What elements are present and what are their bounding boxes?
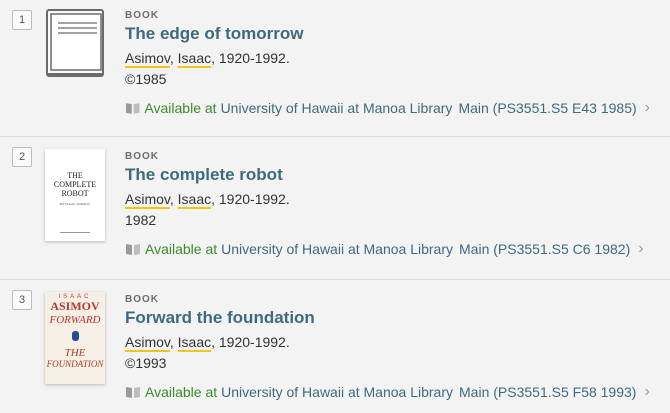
author-last: Asimov	[125, 334, 170, 350]
availability-link[interactable]: Available at University of Hawaii at Man…	[125, 382, 650, 402]
result-date: 1982	[125, 212, 157, 228]
result-title-link[interactable]: The complete robot	[125, 165, 650, 185]
cover-author-last: ASIMOV	[50, 299, 100, 313]
author-first: Isaac	[177, 191, 212, 207]
author-rest: , 1920-1992.	[211, 334, 290, 350]
result-item: 2 THE COMPLETE ROBOT BY ISAAC ASIMOV BOO…	[0, 137, 670, 280]
result-author: Asimov, Isaac, 1920-1992.	[125, 50, 290, 66]
result-type: BOOK	[125, 10, 159, 21]
cover-title-c: FOUNDATION	[46, 359, 104, 369]
result-number: 3	[12, 290, 32, 310]
chevron-right-icon: ›	[644, 383, 650, 400]
author-rest: , 1920-1992.	[211, 50, 290, 66]
result-meta: BOOK The complete robot Asimov, Isaac, 1…	[125, 151, 650, 259]
result-date: ©1993	[125, 355, 167, 371]
result-meta: BOOK Forward the foundation Asimov, Isaa…	[125, 294, 650, 402]
availability-link[interactable]: Available at University of Hawaii at Man…	[125, 98, 650, 118]
call-number: Main (PS3551.S5 C6 1982)	[459, 241, 631, 257]
book-placeholder-icon[interactable]	[45, 8, 105, 78]
availability-status: Available at	[145, 241, 218, 257]
book-cover-image[interactable]: THE COMPLETE ROBOT BY ISAAC ASIMOV	[45, 149, 105, 241]
cover-rule	[60, 232, 90, 233]
result-author: Asimov, Isaac, 1920-1992.	[125, 191, 290, 207]
book-cover-image[interactable]: ISAAC ASIMOV FORWARD THE FOUNDATION	[45, 292, 105, 384]
open-book-icon	[126, 244, 140, 255]
call-number: Main (PS3551.S5 E43 1985)	[458, 100, 637, 116]
result-date: ©1985	[125, 71, 167, 87]
call-number: Main (PS3551.S5 F58 1993)	[459, 384, 637, 400]
result-type: BOOK	[125, 294, 159, 305]
result-item: 3 ISAAC ASIMOV FORWARD THE FOUNDATION BO…	[0, 280, 670, 413]
result-number: 1	[12, 10, 32, 30]
library-name: University of Hawaii at Manoa Library	[221, 241, 454, 257]
availability-status: Available at	[145, 384, 218, 400]
open-book-icon	[126, 387, 140, 398]
chevron-right-icon: ›	[638, 240, 644, 257]
library-name: University of Hawaii at Manoa Library	[221, 384, 454, 400]
author-last: Asimov	[125, 191, 170, 207]
author-rest: , 1920-1992.	[211, 191, 290, 207]
cover-emblem	[45, 328, 105, 346]
availability-link[interactable]: Available at University of Hawaii at Man…	[125, 239, 650, 259]
cover-author-text: BY ISAAC ASIMOV	[59, 202, 91, 206]
open-book-icon	[125, 103, 140, 114]
library-name: University of Hawaii at Manoa Library	[220, 100, 453, 116]
result-meta: BOOK The edge of tomorrow Asimov, Isaac,…	[125, 10, 650, 118]
cover-title-a: FORWARD	[49, 314, 101, 326]
results-list: 1 BOOK The edge of tomorrow Asimov, Isaa…	[0, 0, 670, 413]
result-title-link[interactable]: The edge of tomorrow	[125, 24, 650, 44]
availability-status: Available at	[144, 100, 217, 116]
result-item: 1 BOOK The edge of tomorrow Asimov, Isaa…	[0, 0, 670, 137]
cover-title-text: THE COMPLETE ROBOT	[53, 171, 97, 198]
result-title-link[interactable]: Forward the foundation	[125, 308, 650, 328]
result-author: Asimov, Isaac, 1920-1992.	[125, 334, 290, 350]
result-number: 2	[12, 147, 32, 167]
author-first: Isaac	[177, 334, 212, 350]
result-type: BOOK	[125, 151, 159, 162]
author-first: Isaac	[177, 50, 212, 66]
cover-title-b: THE	[64, 347, 86, 359]
author-last: Asimov	[125, 50, 170, 66]
chevron-right-icon: ›	[644, 99, 650, 116]
